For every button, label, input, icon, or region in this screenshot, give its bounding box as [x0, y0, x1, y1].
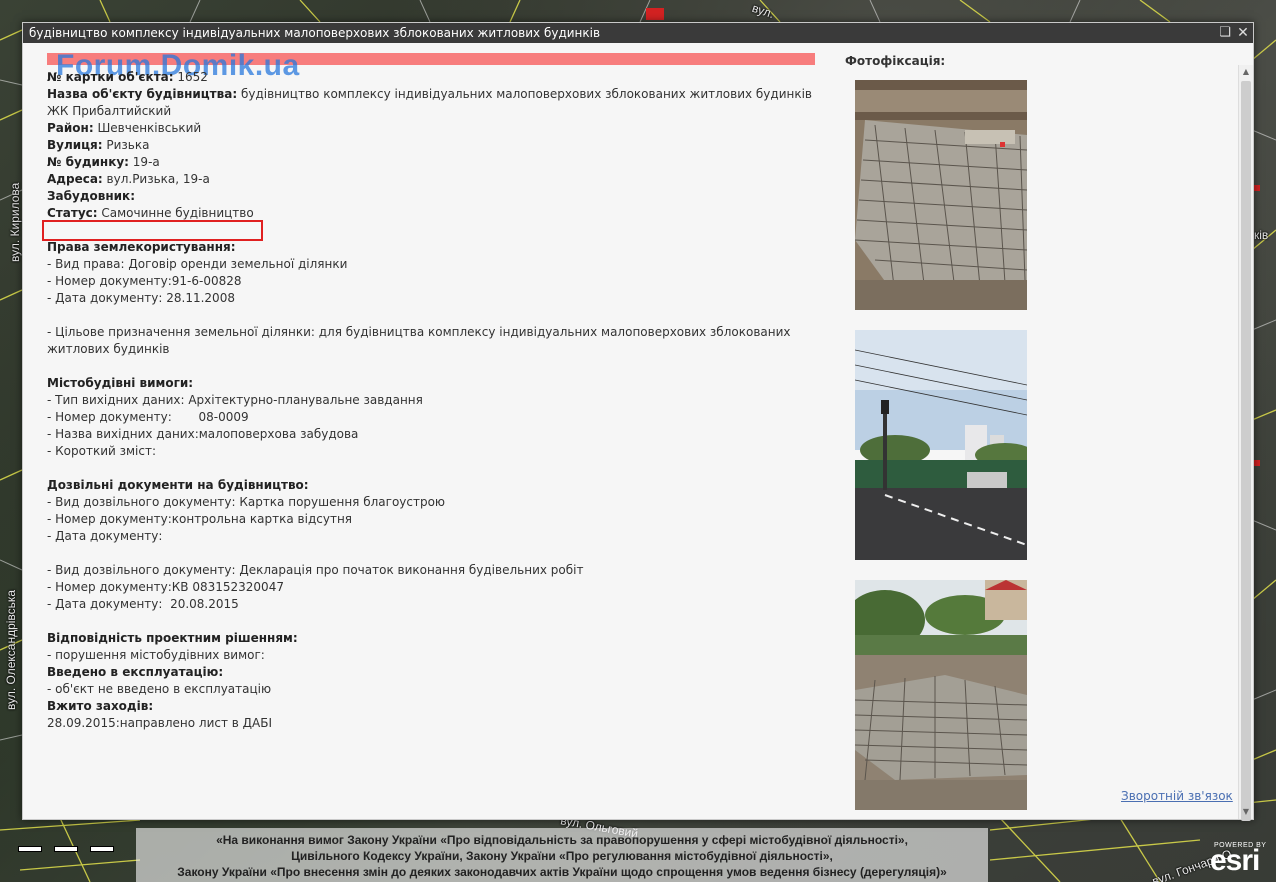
field-value: 1652 — [173, 70, 208, 84]
compliance-value: - порушення містобудівних вимог: — [47, 648, 265, 662]
popup-body: Forum.Domik.ua № картки об'єкта: 1652 На… — [23, 44, 1253, 821]
actions-value: 28.09.2015:направлено лист в ДАБІ — [47, 716, 273, 730]
photo-1[interactable] — [855, 80, 1027, 310]
popup-title: будівництво комплексу індивідуальних мал… — [29, 26, 601, 40]
land-rights-line: - Вид права: Договір оренди земельної ді… — [47, 257, 348, 271]
field-value: Шевченківський — [93, 121, 202, 135]
close-icon[interactable]: ✕ — [1235, 24, 1251, 42]
field-value: Ризька — [102, 138, 150, 152]
field-label: Забудовник: — [47, 189, 135, 203]
esri-logo-text: esri — [1210, 844, 1260, 877]
field-label: Назва об'єкту будівництва: — [47, 87, 238, 101]
legal-line: Цивільного Кодексу України, Закону Украї… — [291, 849, 833, 863]
district-row: Район: Шевченківський — [47, 120, 827, 137]
field-label: № картки об'єкта: — [47, 70, 174, 84]
field-label: № будинку: — [47, 155, 129, 169]
address-row: Адреса: вул.Ризька, 19-а — [47, 171, 827, 188]
esri-logo[interactable]: POWERED BY esri — [1208, 842, 1270, 878]
maximize-icon[interactable]: ❏ — [1217, 24, 1233, 42]
street-row: Вулиця: Ризька — [47, 137, 827, 154]
legal-line: Закону України «Про внесення змін до дея… — [177, 865, 947, 879]
urban-requirements-line: - Назва вихідних даних:малоповерхова заб… — [47, 427, 359, 441]
land-rights-line: - Дата документу: 28.11.2008 — [47, 291, 235, 305]
legal-line: «На виконання вимог Закону України «Про … — [216, 833, 908, 847]
legal-notice: «На виконання вимог Закону України «Про … — [136, 828, 988, 882]
field-value: вул.Ризька, 19-а — [102, 172, 210, 186]
street-label: ків — [1254, 228, 1269, 242]
commissioning-value: - об'єкт не введено в експлуатацію — [47, 682, 272, 696]
field-label: Район: — [47, 121, 94, 135]
permits-heading: Дозвільні документи на будівництво: — [47, 478, 309, 492]
photo-3[interactable] — [855, 580, 1027, 810]
vertical-scrollbar[interactable]: ▲ ▼ — [1238, 65, 1253, 821]
developer-row: Забудовник: — [47, 188, 827, 205]
permit-line: - Дата документу: — [47, 529, 163, 543]
commissioning-heading: Введено в експлуатацію: — [47, 665, 224, 679]
scale-bar — [18, 846, 114, 852]
street-label: вул. Кирилова — [8, 182, 22, 262]
urban-requirements-line: - Номер документу: 08-0009 — [47, 410, 249, 424]
permit-line: - Дата документу: 20.08.2015 — [47, 597, 239, 611]
street-label: вул. Олександрівська — [4, 589, 18, 710]
field-value: 19-а — [128, 155, 160, 169]
permit-line: - Вид дозвільного документу: Декларація … — [47, 563, 584, 577]
field-label: Вулиця: — [47, 138, 103, 152]
field-label: Адреса: — [47, 172, 103, 186]
permit-line: - Номер документу:КВ 083152320047 — [47, 580, 284, 594]
scroll-down-icon[interactable]: ▼ — [1239, 805, 1253, 819]
land-rights-line: - Номер документу:91-6-00828 — [47, 274, 242, 288]
land-purpose: - Цільове призначення земельної ділянки:… — [47, 325, 791, 356]
field-label: Статус: — [47, 206, 98, 220]
scroll-up-icon[interactable]: ▲ — [1239, 65, 1253, 79]
house-row: № будинку: 19-а — [47, 154, 827, 171]
permit-line: - Вид дозвільного документу: Картка пору… — [47, 495, 446, 509]
compliance-heading: Відповідність проектним рішенням: — [47, 631, 298, 645]
permit-line: - Номер документу:контрольна картка відс… — [47, 512, 353, 526]
popup-titlebar: будівництво комплексу індивідуальних мал… — [23, 23, 1253, 43]
card-number-row: № картки об'єкта: 1652 — [47, 69, 827, 86]
urban-requirements-heading: Містобудівні вимоги: — [47, 376, 194, 390]
photo-2[interactable] — [855, 330, 1027, 560]
scroll-thumb[interactable] — [1241, 81, 1251, 821]
photo-column: Фотофіксація: — [845, 53, 1205, 810]
urban-requirements-line: - Тип вихідних даних: Архітектурно-плану… — [47, 393, 423, 407]
photos-heading: Фотофіксація: — [845, 54, 946, 68]
urban-requirements-line: - Короткий зміст: — [47, 444, 157, 458]
status-highlight-box — [42, 220, 263, 241]
info-popup: будівництво комплексу індивідуальних мал… — [22, 22, 1254, 821]
object-info: № картки об'єкта: 1652 Назва об'єкту буд… — [47, 69, 827, 732]
object-name-row: Назва об'єкту будівництва: будівництво к… — [47, 86, 827, 120]
land-rights-heading: Права землекористування: — [47, 240, 236, 254]
feedback-link[interactable]: Зворотній зв'язок — [1121, 789, 1233, 803]
status-value: Самочинне будівництво — [97, 206, 254, 220]
actions-heading: Вжито заходів: — [47, 699, 154, 713]
